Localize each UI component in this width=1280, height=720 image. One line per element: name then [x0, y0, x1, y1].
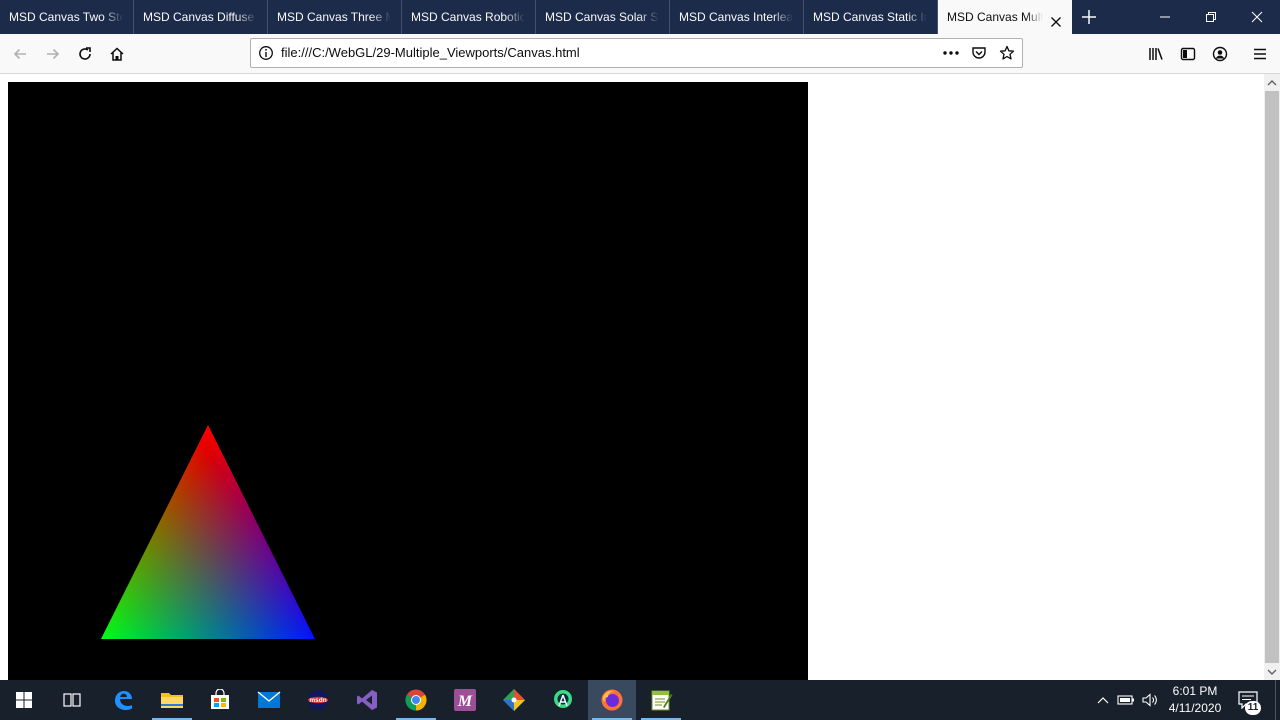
star-icon[interactable] — [998, 44, 1016, 62]
msdn-icon: msdn — [308, 690, 328, 710]
tab-label: MSD Canvas Solar System — [545, 10, 659, 24]
info-icon[interactable] — [257, 44, 275, 62]
menu-button[interactable] — [1244, 38, 1276, 70]
plus-icon — [1082, 10, 1096, 24]
hamburger-icon — [1254, 48, 1266, 60]
close-window-button[interactable] — [1234, 0, 1280, 34]
taskbar-file-explorer[interactable] — [148, 680, 196, 720]
vertical-scrollbar[interactable] — [1264, 74, 1280, 680]
tab-diffuse-light[interactable]: MSD Canvas Diffuse Light — [134, 0, 268, 34]
windows-taskbar: msdn M 6:01 PM 4/11/2020 11 — [0, 680, 1280, 720]
system-clock[interactable]: 6:01 PM 4/11/2020 — [1160, 683, 1230, 717]
clock-time: 6:01 PM — [1172, 684, 1218, 698]
android-studio-icon — [554, 690, 572, 708]
library-button[interactable] — [1140, 38, 1172, 70]
tab-label: MSD Canvas Diffuse Light — [143, 10, 257, 24]
tab-label: MSD Canvas Multiple Viewports — [947, 10, 1043, 24]
scroll-up-arrow-icon[interactable] — [1264, 74, 1280, 91]
m-app-icon: M — [454, 689, 476, 711]
task-view-button[interactable] — [48, 680, 96, 720]
new-tab-button[interactable] — [1072, 0, 1106, 34]
account-button[interactable] — [1204, 38, 1236, 70]
reload-icon — [79, 47, 91, 60]
scroll-down-arrow-icon[interactable] — [1264, 663, 1280, 680]
pocket-icon[interactable] — [970, 44, 988, 62]
page-content — [0, 74, 1264, 680]
clock-date: 4/11/2020 — [1168, 701, 1222, 715]
taskbar-msdn[interactable]: msdn — [294, 680, 342, 720]
notification-count-badge: 11 — [1245, 701, 1261, 715]
taskbar-notepad[interactable] — [637, 680, 685, 720]
arrow-left-icon — [13, 48, 26, 60]
reload-button[interactable] — [69, 38, 101, 70]
tab-static-index[interactable]: MSD Canvas Static Index — [804, 0, 938, 34]
tab-label: MSD Canvas Two Steady — [9, 10, 123, 24]
address-bar[interactable]: file:///C:/WebGL/29-Multiple_Viewports/C… — [250, 38, 1023, 68]
restore-icon — [1206, 12, 1216, 22]
rgb-triangle — [101, 425, 315, 639]
tab-two-steady[interactable]: MSD Canvas Two Steady — [0, 0, 134, 34]
firefox-icon — [601, 689, 623, 711]
tab-solar-system[interactable]: MSD Canvas Solar System — [536, 0, 670, 34]
close-icon — [1251, 11, 1263, 23]
back-button[interactable] — [4, 38, 36, 70]
scrollbar-thumb[interactable] — [1265, 91, 1279, 663]
navigation-toolbar: file:///C:/WebGL/29-Multiple_Viewports/C… — [0, 34, 1280, 74]
taskbar-mail[interactable] — [245, 680, 293, 720]
visual-studio-icon — [357, 690, 377, 710]
tab-interleaved[interactable]: MSD Canvas Interleaved — [670, 0, 804, 34]
taskbar-git[interactable] — [490, 680, 538, 720]
ellipsis-icon[interactable] — [942, 44, 960, 62]
battery-icon[interactable] — [1116, 690, 1136, 710]
tab-label: MSD Canvas Static Index — [813, 10, 927, 24]
webgl-canvas[interactable] — [8, 82, 808, 680]
taskbar-android-studio[interactable] — [539, 680, 587, 720]
tab-multiple-viewports[interactable]: MSD Canvas Multiple Viewports — [938, 0, 1072, 34]
tab-strip: MSD Canvas Two Steady MSD Canvas Diffuse… — [0, 0, 1280, 34]
tab-robotic-arm[interactable]: MSD Canvas Robotic Arm — [402, 0, 536, 34]
edge-icon — [115, 691, 132, 710]
mail-icon — [257, 691, 281, 708]
close-tab-icon[interactable] — [1048, 9, 1064, 27]
show-desktop-button[interactable] — [1275, 680, 1280, 720]
restore-button[interactable] — [1188, 0, 1234, 34]
arrow-right-icon — [47, 48, 60, 60]
sidebar-icon — [1180, 47, 1196, 61]
sidebar-button[interactable] — [1172, 38, 1204, 70]
tab-label: MSD Canvas Three Models — [277, 10, 391, 24]
chevron-up-icon[interactable] — [1093, 690, 1113, 710]
tab-three-models[interactable]: MSD Canvas Three Models — [268, 0, 402, 34]
forward-button[interactable] — [37, 38, 69, 70]
minimize-icon — [1160, 16, 1170, 18]
taskbar-chrome[interactable] — [392, 680, 440, 720]
svg-text:M: M — [457, 693, 473, 710]
tab-label: MSD Canvas Interleaved — [679, 10, 793, 24]
taskbar-m-app[interactable]: M — [441, 680, 489, 720]
store-icon — [211, 689, 229, 709]
library-icon — [1149, 48, 1163, 60]
start-button[interactable] — [0, 680, 48, 720]
task-view-icon — [63, 693, 81, 707]
taskbar-edge[interactable] — [99, 680, 147, 720]
minimize-button[interactable] — [1142, 0, 1188, 34]
windows-icon — [16, 692, 32, 708]
taskbar-visual-studio[interactable] — [343, 680, 391, 720]
url-text[interactable]: file:///C:/WebGL/29-Multiple_Viewports/C… — [281, 39, 580, 67]
account-icon — [1212, 46, 1228, 62]
home-button[interactable] — [101, 38, 133, 70]
folder-icon — [161, 693, 183, 708]
home-icon — [110, 47, 124, 61]
svg-text:msdn: msdn — [309, 697, 326, 704]
taskbar-store[interactable] — [196, 680, 244, 720]
notepad-icon — [651, 690, 673, 711]
chrome-icon — [405, 689, 427, 711]
taskbar-firefox[interactable] — [588, 680, 636, 720]
git-icon — [503, 689, 525, 711]
volume-icon[interactable] — [1140, 690, 1160, 710]
tab-label: MSD Canvas Robotic Arm — [411, 10, 525, 24]
